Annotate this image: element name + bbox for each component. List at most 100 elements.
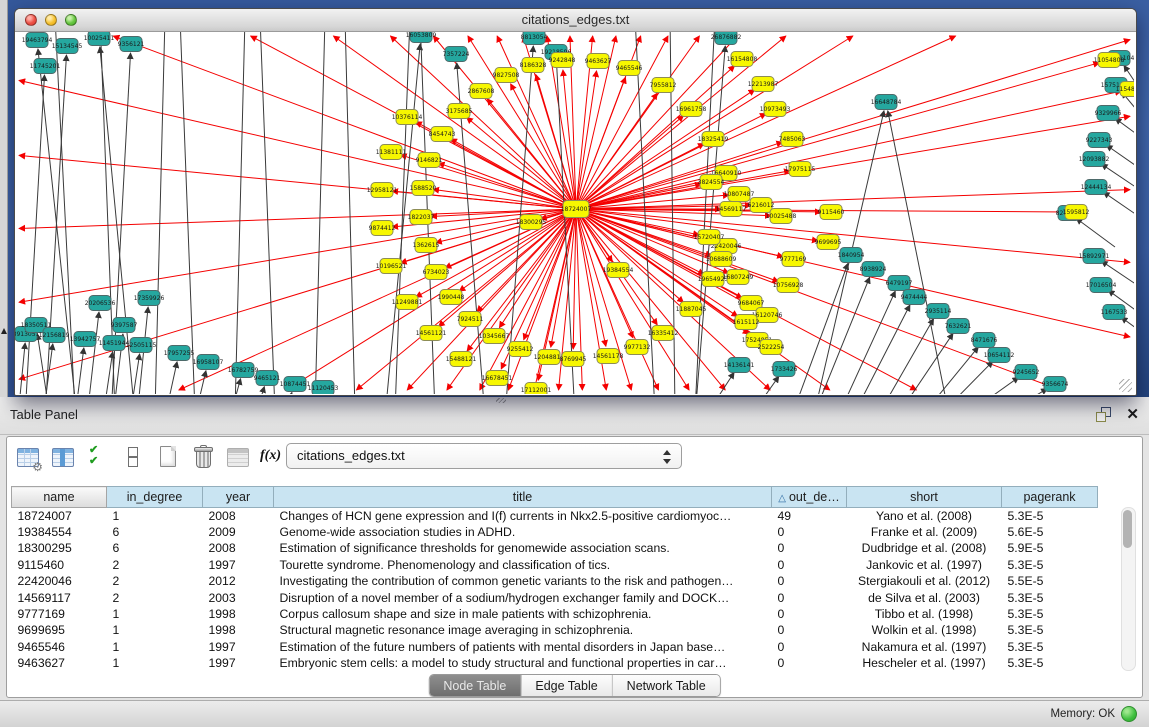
column-header-out_de[interactable]: △out_de… [772,487,847,508]
network-node[interactable]: 9699695 [815,235,842,250]
network-node[interactable]: 16648784 [871,95,902,110]
table-cell[interactable]: 5.3E-5 [1002,589,1098,605]
network-node[interactable]: 9977132 [624,340,651,355]
network-node[interactable]: 11054808 [1094,53,1125,68]
network-node[interactable]: 14136141 [724,358,755,373]
window-titlebar[interactable]: citations_edges.txt [15,9,1136,32]
network-node[interactable]: 11249881 [392,295,423,310]
network-node[interactable]: 19463794 [22,33,53,48]
table-cell[interactable]: Changes of HCN gene expression and I(f) … [274,508,772,524]
table-cell[interactable]: de Silva et al. (2003) [847,589,1002,605]
network-node[interactable]: 15134545 [52,39,83,54]
network-node[interactable]: 18325419 [698,132,729,147]
table-cell[interactable]: 2 [107,573,203,589]
table-cell[interactable]: 1998 [203,622,274,638]
network-node[interactable]: 9397587 [111,318,138,333]
table-cell[interactable]: 9699695 [12,622,107,638]
network-node[interactable]: 6479197 [886,276,913,291]
table-cell[interactable]: Wolkin et al. (1998) [847,622,1002,638]
network-node[interactable]: 10376114 [392,110,423,125]
network-node[interactable]: 9245652 [1013,365,1040,380]
table-row[interactable]: 911546021997Tourette syndrome. Phenomeno… [12,557,1098,573]
network-node[interactable]: 11120453 [308,381,339,395]
network-node[interactable]: 9115460 [818,205,845,220]
network-node[interactable]: 17016504 [1086,278,1117,293]
table-cell[interactable]: 1997 [203,639,274,655]
network-node[interactable]: 9463627 [585,54,612,69]
table-cell[interactable]: 5.3E-5 [1002,606,1098,622]
table-cell[interactable]: Dudbridge et al. (2008) [847,540,1002,556]
table-cell[interactable]: 2008 [203,508,274,524]
table-cell[interactable]: 5.3E-5 [1002,557,1098,573]
table-row[interactable]: 1830029562008Estimation of significance … [12,540,1098,556]
memory-status-dot[interactable] [1121,706,1137,722]
table-cell[interactable]: 2012 [203,573,274,589]
column-header-name[interactable]: name [12,487,107,508]
network-node[interactable]: 12505115 [126,338,157,353]
network-node[interactable]: 7924511 [457,312,484,327]
table-cell[interactable]: 5.9E-5 [1002,540,1098,556]
network-node[interactable]: 15720407 [694,230,725,245]
deselect-rows-icon[interactable] [120,444,146,470]
network-node[interactable]: 16807249 [723,270,754,285]
network-node[interactable]: 10973493 [760,102,791,117]
column-header-in_degree[interactable]: in_degree [107,487,203,508]
network-node[interactable]: 20206536 [85,296,116,311]
network-node[interactable]: 10025411 [84,32,115,46]
table-cell[interactable]: 0 [772,589,847,605]
table-cell[interactable]: Disruption of a novel member of a sodium… [274,589,772,605]
table-row[interactable]: 977716911998Corpus callosum shape and si… [12,606,1098,622]
table-row[interactable]: 946554611997Estimation of the future num… [12,639,1098,655]
network-node[interactable]: 7632621 [945,319,972,334]
table-cell[interactable]: 1997 [203,655,274,671]
network-node[interactable]: 26876882 [711,32,742,45]
table-cell[interactable]: Tibbo et al. (1998) [847,606,1002,622]
network-node[interactable]: 10688609 [706,252,737,267]
network-node[interactable]: 10807487 [724,187,755,202]
network-node[interactable]: 11887045 [676,302,707,317]
network-node[interactable]: 16335412 [648,326,679,341]
table-cell[interactable]: 9465546 [12,639,107,655]
table-cell[interactable]: Genome-wide association studies in ADHD. [274,524,772,540]
table-row[interactable]: 2242004622012Investigating the contribut… [12,573,1098,589]
table-cell[interactable]: 5.6E-5 [1002,524,1098,540]
network-node[interactable]: 12213987 [748,77,779,92]
table-cell[interactable]: 5.3E-5 [1002,639,1098,655]
table-cell[interactable]: 19384554 [12,524,107,540]
table-row[interactable]: 1872400712008Changes of HCN gene express… [12,508,1098,524]
network-node[interactable]: 14561178 [593,349,624,364]
table-cell[interactable]: 0 [772,540,847,556]
network-node[interactable]: 15892971 [1079,249,1110,264]
network-node[interactable]: 10025488 [766,209,797,224]
network-node[interactable]: 9465546 [616,61,643,76]
network-node[interactable]: 1362615 [413,238,440,253]
network-node[interactable]: 9146821 [416,153,443,168]
network-node[interactable]: 17359926 [134,291,165,306]
table-row[interactable]: 1456911722003Disruption of a novel membe… [12,589,1098,605]
network-node[interactable]: 8454743 [429,127,456,142]
table-row[interactable]: 1938455462009Genome-wide association stu… [12,524,1098,540]
network-node[interactable]: 2867608 [468,84,495,99]
network-node[interactable]: 15488121 [446,352,477,367]
network-node[interactable]: 11381111 [376,145,407,160]
tab-node-table[interactable]: Node Table [429,675,520,696]
table-cell[interactable]: Tourette syndrome. Phenomenology and cla… [274,557,772,573]
network-node[interactable]: 17112001 [521,383,552,395]
table-cell[interactable]: 0 [772,606,847,622]
delete-trash-icon[interactable] [190,444,216,470]
table-cell[interactable]: Yano et al. (2008) [847,508,1002,524]
network-node[interactable]: 8186328 [520,58,547,73]
network-node[interactable]: 9242848 [549,53,576,68]
network-node[interactable]: 18724007 [561,201,592,218]
network-node[interactable]: 16958107 [193,355,224,370]
table-cell[interactable]: Estimation of the future numbers of pati… [274,639,772,655]
network-node[interactable]: 1595812 [1063,205,1090,220]
network-node[interactable]: 13942757 [70,332,101,347]
table-cell[interactable]: 1 [107,622,203,638]
table-options-icon[interactable]: ⚙ [15,444,41,470]
network-node[interactable]: 8938924 [860,262,887,277]
network-node[interactable]: 10874451 [280,377,311,392]
network-node[interactable]: 1733426 [771,362,798,377]
network-node[interactable]: 9827508 [493,68,520,83]
table-cell[interactable]: 1997 [203,557,274,573]
